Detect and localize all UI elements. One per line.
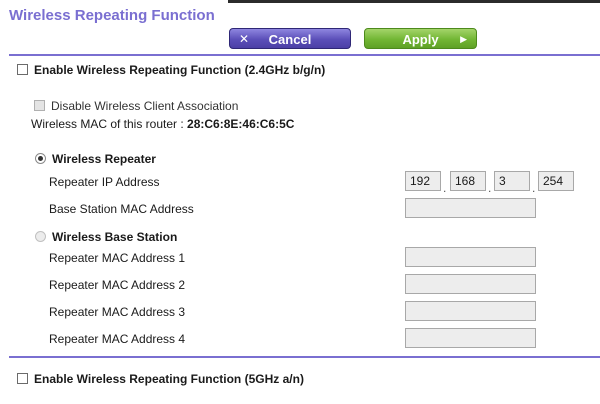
enable-repeating-5ghz-row[interactable]: Enable Wireless Repeating Function (5GHz… — [17, 372, 304, 386]
ip-separator: . — [443, 181, 447, 195]
repeater-mac-3-label: Repeater MAC Address 3 — [49, 305, 186, 319]
apply-button[interactable]: Apply ▶ — [364, 28, 477, 49]
arrow-right-icon: ▶ — [460, 34, 467, 44]
ip-separator: . — [488, 181, 492, 195]
enable-repeating-24ghz-row[interactable]: Enable Wireless Repeating Function (2.4G… — [17, 63, 325, 77]
mode-base-station-radio[interactable] — [35, 231, 46, 242]
enable-repeating-5ghz-checkbox[interactable] — [17, 373, 28, 384]
page-title: Wireless Repeating Function — [9, 7, 215, 24]
repeater-mac-2-field[interactable] — [405, 274, 536, 294]
repeater-ip-octet-3[interactable] — [494, 171, 530, 191]
router-mac-row: Wireless MAC of this router : 28:C6:8E:4… — [31, 117, 294, 131]
repeater-mac-1-label: Repeater MAC Address 1 — [49, 251, 186, 265]
mode-base-station-label: Wireless Base Station — [52, 230, 178, 244]
ip-separator: . — [532, 181, 536, 195]
section-divider — [9, 54, 600, 56]
top-bar — [228, 0, 600, 3]
repeater-ip-octet-2[interactable] — [450, 171, 486, 191]
repeater-mac-1-field[interactable] — [405, 247, 536, 267]
repeater-mac-4-field[interactable] — [405, 328, 536, 348]
cancel-button-label: Cancel — [268, 32, 312, 47]
repeater-ip-label: Repeater IP Address — [49, 175, 160, 189]
enable-repeating-5ghz-label: Enable Wireless Repeating Function (5GHz… — [34, 372, 304, 386]
mode-repeater-radio[interactable] — [35, 153, 46, 164]
repeater-ip-octet-1[interactable] — [405, 171, 441, 191]
repeater-mac-4-label: Repeater MAC Address 4 — [49, 332, 186, 346]
disable-client-association-label: Disable Wireless Client Association — [51, 99, 239, 113]
base-station-mac-label: Base Station MAC Address — [49, 202, 194, 216]
enable-repeating-24ghz-checkbox[interactable] — [17, 64, 28, 75]
mode-repeater-row[interactable]: Wireless Repeater — [35, 152, 156, 166]
repeater-mac-3-field[interactable] — [405, 301, 536, 321]
mode-repeater-label: Wireless Repeater — [52, 152, 156, 166]
base-station-mac-field[interactable] — [405, 198, 536, 218]
disable-client-association-row: Disable Wireless Client Association — [34, 99, 238, 113]
repeater-mac-2-label: Repeater MAC Address 2 — [49, 278, 186, 292]
repeater-ip-octet-4[interactable] — [538, 171, 574, 191]
mode-base-station-row[interactable]: Wireless Base Station — [35, 230, 177, 244]
disable-client-association-checkbox — [34, 100, 45, 111]
router-mac-value: 28:C6:8E:46:C6:5C — [187, 117, 295, 131]
enable-repeating-24ghz-label: Enable Wireless Repeating Function (2.4G… — [34, 63, 326, 77]
cancel-button[interactable]: ✕ Cancel — [229, 28, 351, 49]
router-mac-label: Wireless MAC of this router : — [31, 117, 184, 131]
section-divider — [9, 356, 600, 358]
